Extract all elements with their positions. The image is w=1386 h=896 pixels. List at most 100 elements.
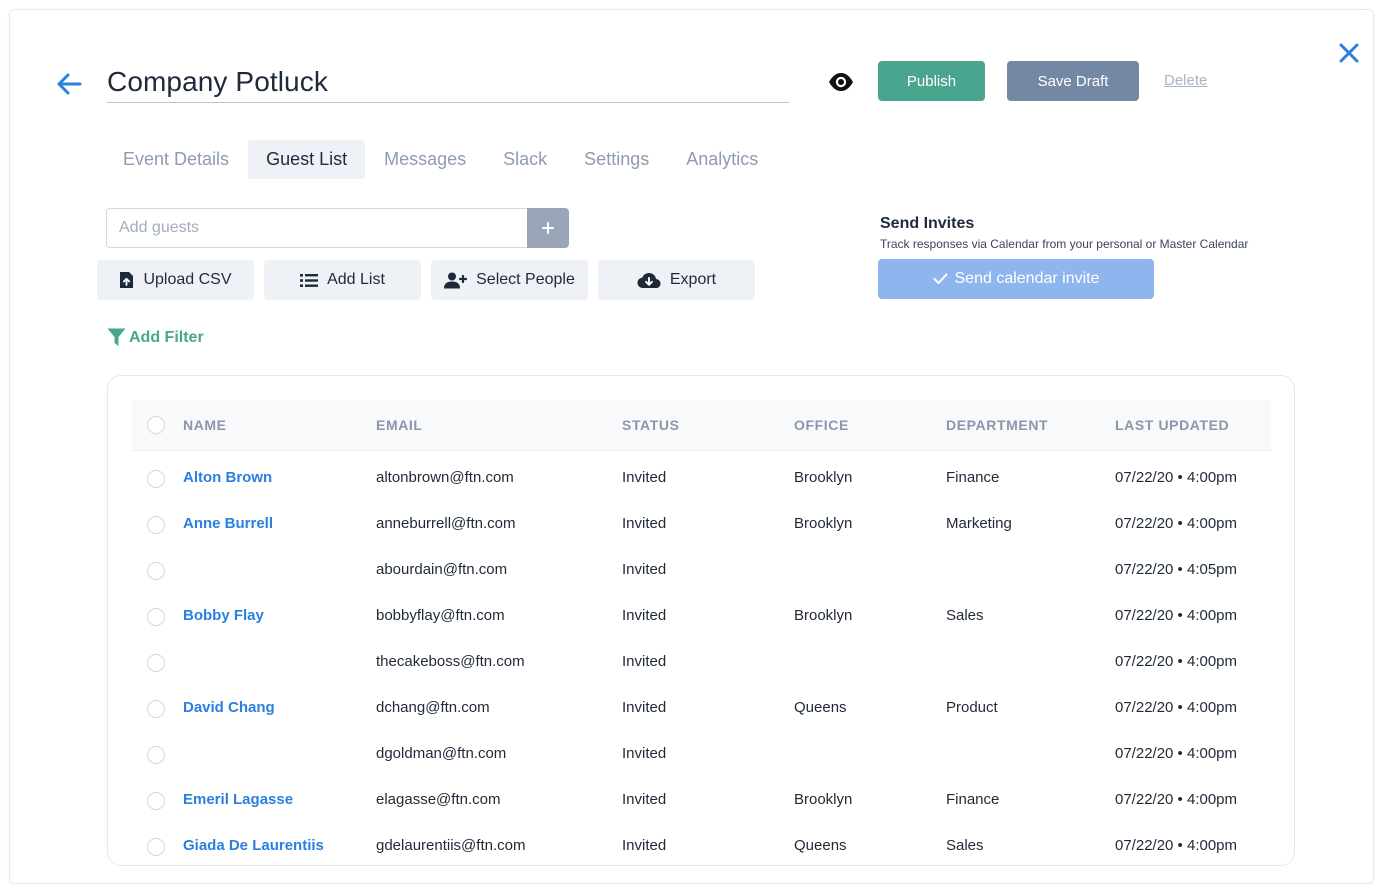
send-invites-heading: Send Invites (880, 215, 975, 232)
table-row: Bobby Flay bobbyflay@ftn.com Invited Bro… (132, 593, 1271, 639)
preview-button[interactable] (827, 71, 855, 93)
filter-icon (107, 328, 126, 346)
event-editor-modal: Company Potluck Publish Save Draft Delet… (9, 9, 1374, 884)
file-upload-icon (120, 272, 134, 288)
row-checkbox[interactable] (147, 470, 165, 488)
guest-email: dgoldman@ftn.com (376, 745, 507, 762)
send-calendar-invite-label: Send calendar invite (954, 270, 1100, 287)
column-header-status[interactable]: STATUS (622, 400, 680, 451)
table-row: Anne Burrell anneburrell@ftn.com Invited… (132, 501, 1271, 547)
guest-status: Invited (622, 745, 667, 762)
send-invites-description: Track responses via Calendar from your p… (880, 237, 1249, 251)
add-filter-label: Add Filter (129, 328, 204, 346)
guest-last-updated: 07/22/20 • 4:00pm (1115, 653, 1238, 670)
upload-csv-label: Upload CSV (143, 271, 232, 288)
table-row: David Chang dchang@ftn.com Invited Queen… (132, 685, 1271, 731)
add-list-label: Add List (327, 271, 385, 288)
guest-last-updated: 07/22/20 • 4:00pm (1115, 469, 1238, 486)
row-checkbox[interactable] (147, 608, 165, 626)
save-draft-button[interactable]: Save Draft (1007, 61, 1139, 101)
guest-department: Marketing (946, 515, 1012, 532)
delete-link[interactable]: Delete (1164, 72, 1207, 89)
guest-department: Finance (946, 469, 1000, 486)
guest-name-link[interactable]: Emeril Lagasse (183, 777, 293, 823)
tab-messages[interactable]: Messages (366, 140, 484, 179)
publish-button[interactable]: Publish (878, 61, 985, 101)
cloud-download-icon (637, 272, 661, 288)
guest-name-link[interactable]: Giada De Laurentiis (183, 823, 324, 865)
row-checkbox[interactable] (147, 562, 165, 580)
guest-name-link[interactable]: David Chang (183, 685, 275, 731)
close-icon (1339, 43, 1359, 63)
guest-office: Brooklyn (794, 791, 853, 808)
upload-csv-button[interactable]: Upload CSV (97, 260, 254, 300)
check-icon (933, 273, 947, 284)
row-checkbox[interactable] (147, 792, 165, 810)
list-icon (300, 273, 319, 287)
select-people-button[interactable]: Select People (431, 260, 588, 300)
eye-icon (829, 73, 853, 91)
add-list-button[interactable]: Add List (264, 260, 421, 300)
column-header-department[interactable]: DEPARTMENT (946, 400, 1048, 451)
guest-office: Queens (794, 699, 847, 716)
send-calendar-invite-button[interactable]: Send calendar invite (878, 259, 1154, 299)
guest-email: thecakeboss@ftn.com (376, 653, 525, 670)
guest-last-updated: 07/22/20 • 4:00pm (1115, 837, 1238, 854)
export-label: Export (669, 271, 717, 288)
guest-office: Brooklyn (794, 515, 853, 532)
tab-settings[interactable]: Settings (566, 140, 667, 179)
row-checkbox[interactable] (147, 700, 165, 718)
column-header-office[interactable]: OFFICE (794, 400, 849, 451)
guest-status: Invited (622, 469, 667, 486)
guest-status: Invited (622, 837, 667, 854)
column-header-name[interactable]: NAME (183, 400, 227, 451)
row-checkbox[interactable] (147, 654, 165, 672)
add-guests-input[interactable] (106, 208, 528, 248)
guest-office: Brooklyn (794, 469, 853, 486)
guest-email: abourdain@ftn.com (376, 561, 508, 578)
guest-email: gdelaurentiis@ftn.com (376, 837, 526, 854)
page-title[interactable]: Company Potluck (107, 60, 789, 103)
export-button[interactable]: Export (598, 260, 755, 300)
tab-event-details[interactable]: Event Details (105, 140, 247, 179)
row-checkbox[interactable] (147, 838, 165, 856)
guest-department: Sales (946, 607, 984, 624)
row-checkbox[interactable] (147, 516, 165, 534)
guest-last-updated: 07/22/20 • 4:00pm (1115, 515, 1238, 532)
tab-analytics[interactable]: Analytics (668, 140, 776, 179)
guest-department: Finance (946, 791, 1000, 808)
user-plus-icon (444, 272, 468, 288)
guest-status: Invited (622, 699, 667, 716)
guest-office: Brooklyn (794, 607, 853, 624)
table-row: Giada De Laurentiis gdelaurentiis@ftn.co… (132, 823, 1271, 865)
guest-email: bobbyflay@ftn.com (376, 607, 505, 624)
select-all-checkbox[interactable] (147, 416, 165, 434)
guest-email: anneburrell@ftn.com (376, 515, 516, 532)
add-guest-button[interactable] (527, 208, 569, 248)
guest-last-updated: 07/22/20 • 4:00pm (1115, 745, 1238, 762)
tab-guest-list[interactable]: Guest List (248, 140, 366, 179)
guest-name-link[interactable]: Bobby Flay (183, 593, 264, 639)
guest-name-link[interactable]: Alton Brown (183, 455, 272, 501)
table-row: abourdain@ftn.com Invited 07/22/20 • 4:0… (132, 547, 1271, 593)
guest-office: Queens (794, 837, 847, 854)
add-filter-button[interactable]: Add Filter (107, 328, 204, 347)
close-button[interactable] (1336, 40, 1362, 66)
guest-department: Product (946, 699, 998, 716)
row-checkbox[interactable] (147, 746, 165, 764)
guest-status: Invited (622, 653, 667, 670)
plus-icon (542, 222, 554, 234)
column-header-email[interactable]: EMAIL (376, 400, 423, 451)
back-button[interactable] (54, 70, 84, 98)
guest-status: Invited (622, 515, 667, 532)
guest-email: dchang@ftn.com (376, 699, 490, 716)
guest-last-updated: 07/22/20 • 4:00pm (1115, 699, 1238, 716)
table-row: Alton Brown altonbrown@ftn.com Invited B… (132, 455, 1271, 501)
table-row: dgoldman@ftn.com Invited 07/22/20 • 4:00… (132, 731, 1271, 777)
column-header-last-updated[interactable]: LAST UPDATED (1115, 400, 1229, 451)
event-title-field[interactable]: Company Potluck (107, 60, 789, 103)
guest-status: Invited (622, 607, 667, 624)
guest-name-link[interactable]: Anne Burrell (183, 501, 273, 547)
table-row: Emeril Lagasse elagasse@ftn.com Invited … (132, 777, 1271, 823)
tab-slack[interactable]: Slack (485, 140, 565, 179)
